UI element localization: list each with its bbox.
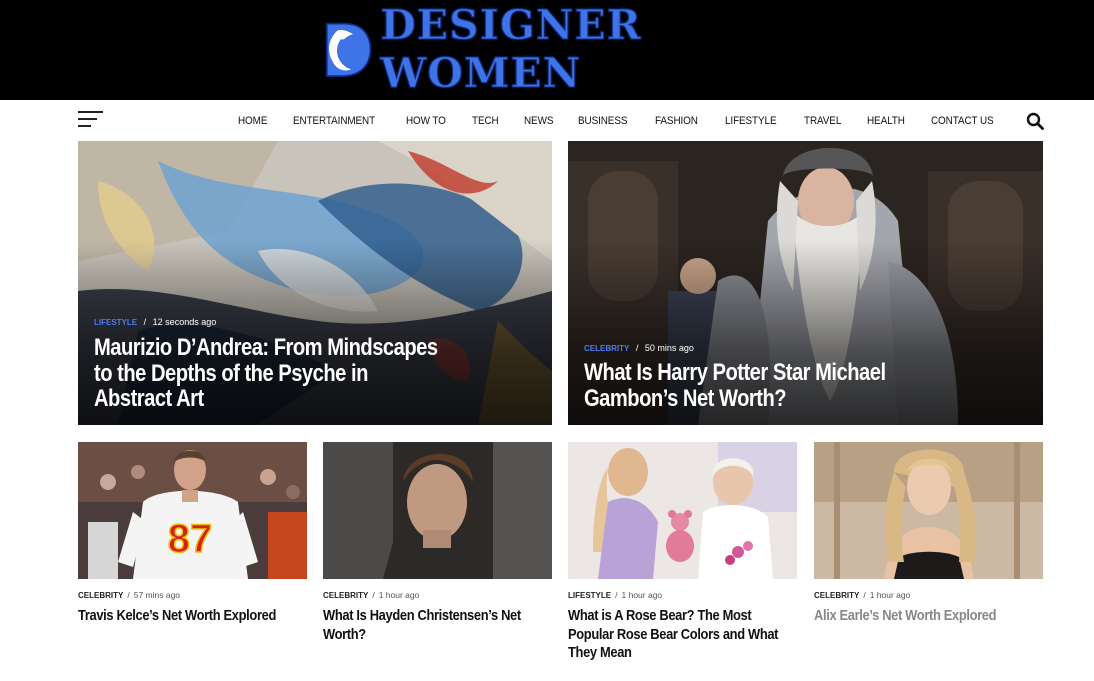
actor-portrait-image [323,442,552,579]
post-time: 1 hour ago [621,590,663,600]
logo-mark-icon [325,22,372,77]
nav-item-health[interactable]: HEALTH [867,115,905,127]
post-card[interactable]: 87 CELEBRITY/57 mins ago Travis Kelce’s … [78,442,307,626]
post-title[interactable]: Travis Kelce’s Net Worth Explored [78,607,303,626]
post-meta: CELEBRITY / 50 mins ago [584,343,694,353]
search-icon[interactable] [1026,112,1044,130]
nav-item-fashion[interactable]: FASHION [655,115,698,127]
post-time: 12 seconds ago [152,317,217,327]
post-time: 1 hour ago [869,590,911,600]
nav-item-home[interactable]: HOME [238,115,267,127]
nav-item-travel[interactable]: TRAVEL [804,115,841,127]
nav-item-entertainment[interactable]: ENTERTAINMENT [293,115,375,127]
nav-item-contact-us[interactable]: CONTACT US [931,115,994,127]
post-thumbnail[interactable] [814,442,1043,579]
post-meta: CELEBRITY/1 hour ago [323,590,420,600]
category-label[interactable]: LIFESTYLE [94,318,137,327]
post-card[interactable]: CELEBRITY/1 hour ago What Is Hayden Chri… [323,442,552,644]
post-title[interactable]: What Is Hayden Christensen’s Net Worth? [323,607,548,644]
category-label[interactable]: CELEBRITY [78,591,123,600]
post-meta: LIFESTYLE / 12 seconds ago [94,317,217,327]
hamburger-icon[interactable] [78,111,103,129]
post-meta: LIFESTYLE/1 hour ago [568,590,663,600]
jersey-number: 87 [168,517,213,561]
nav-item-business[interactable]: BUSINESS [578,115,627,127]
nav-menu: HOME ENTERTAINMENT HOW TO TECH NEWS BUSI… [238,100,1023,141]
post-time: 50 mins ago [644,343,694,353]
post-thumbnail[interactable] [568,442,797,579]
nav-item-lifestyle[interactable]: LIFESTYLE [725,115,777,127]
main-navigation: HOME ENTERTAINMENT HOW TO TECH NEWS BUSI… [0,100,1094,141]
featured-post[interactable]: CELEBRITY / 50 mins ago What Is Harry Po… [568,141,1043,425]
post-card[interactable]: LIFESTYLE/1 hour ago What is A Rose Bear… [568,442,797,663]
post-title[interactable]: What Is Harry Potter Star Michael Gambon… [584,360,937,411]
post-thumbnail[interactable]: 87 [78,442,307,579]
nav-item-news[interactable]: NEWS [524,115,553,127]
rose-bear-gift-image [568,442,797,579]
post-thumbnail[interactable] [323,442,552,579]
nav-item-tech[interactable]: TECH [472,115,499,127]
site-name: DESIGNER WOMEN [380,1,642,98]
post-title[interactable]: Maurizio D’Andrea: From Mindscapes to th… [94,335,447,412]
post-meta: CELEBRITY/1 hour ago [814,590,911,600]
category-label[interactable]: CELEBRITY [584,344,629,353]
football-player-image: 87 [78,442,307,579]
post-title[interactable]: What is A Rose Bear? The Most Popular Ro… [568,607,793,663]
site-logo[interactable]: DESIGNER WOMEN [318,1,798,98]
post-title[interactable]: Alix Earle’s Net Worth Explored [814,607,1039,626]
post-time: 1 hour ago [378,590,420,600]
influencer-portrait-image [814,442,1043,579]
category-label[interactable]: LIFESTYLE [568,591,611,600]
category-label[interactable]: CELEBRITY [814,591,859,600]
nav-item-how-to[interactable]: HOW TO [406,115,446,127]
site-header: DESIGNER WOMEN [0,0,1094,100]
post-meta: CELEBRITY/57 mins ago [78,590,181,600]
category-label[interactable]: CELEBRITY [323,591,368,600]
featured-post[interactable]: LIFESTYLE / 12 seconds ago Maurizio D’An… [78,141,552,425]
post-time: 57 mins ago [133,590,181,600]
post-card[interactable]: CELEBRITY/1 hour ago Alix Earle’s Net Wo… [814,442,1043,626]
